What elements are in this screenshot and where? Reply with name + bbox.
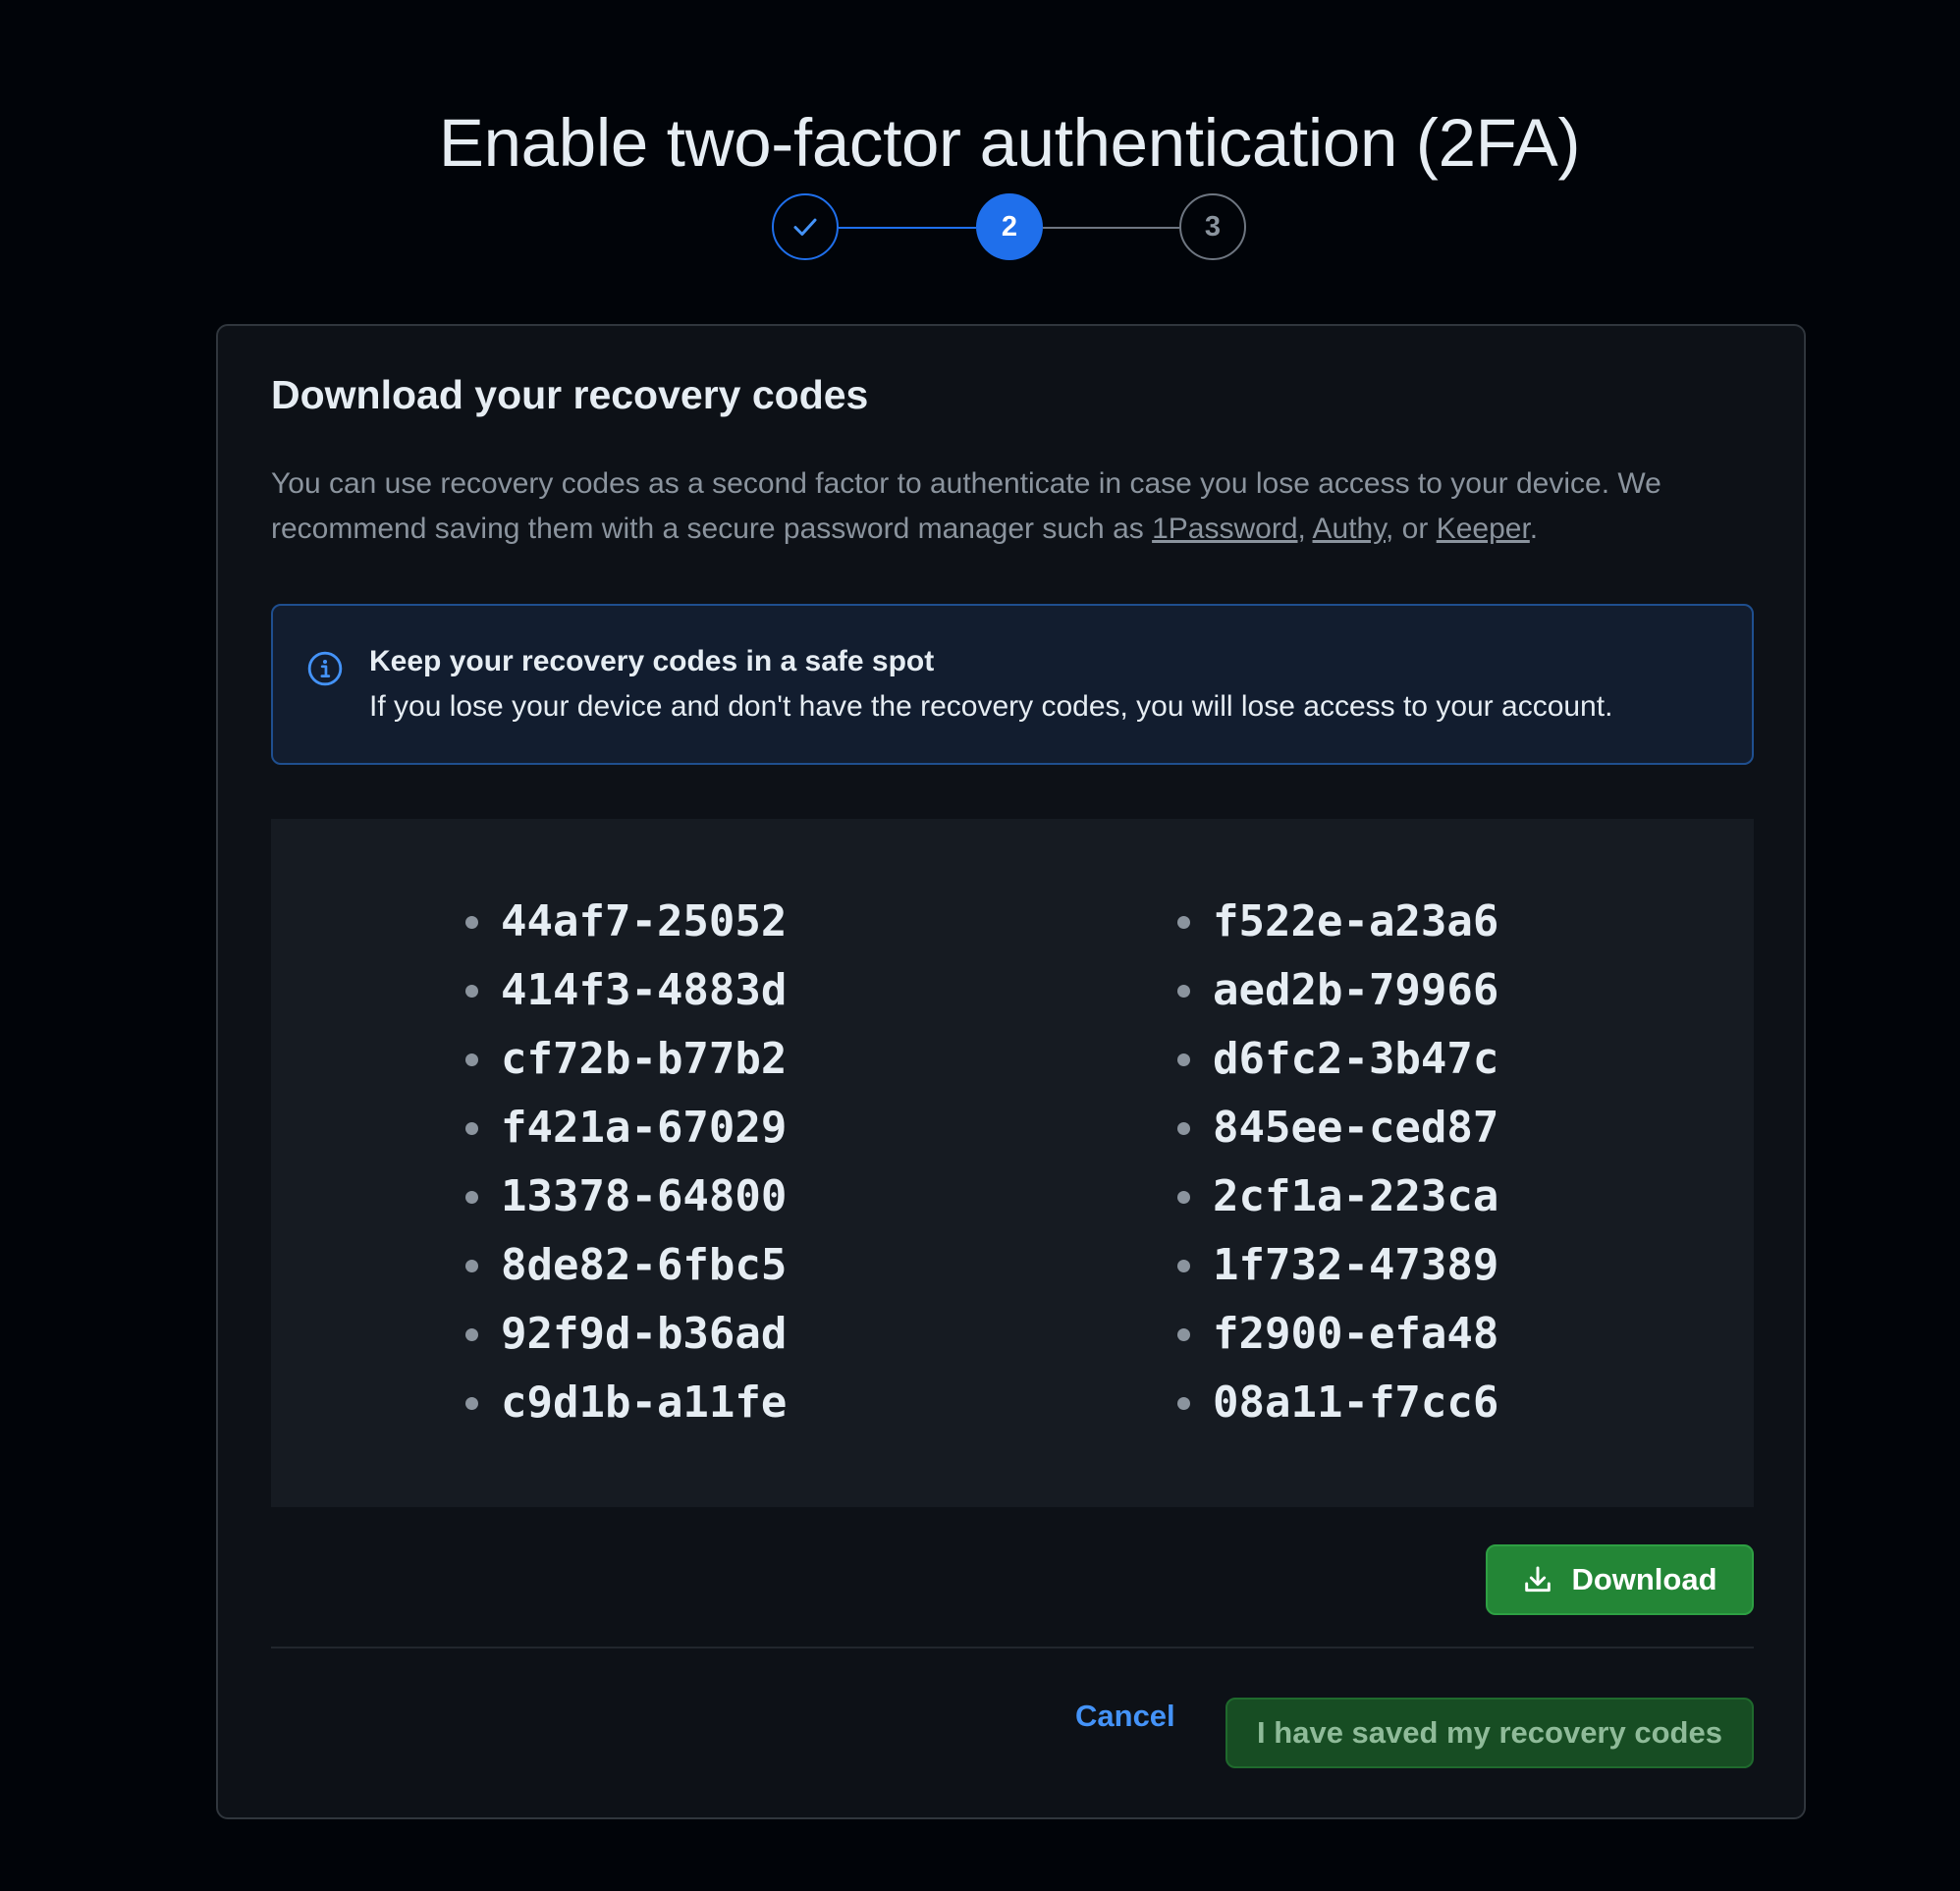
recovery-code: 1f732-47389 xyxy=(1177,1231,1498,1300)
recovery-code-text: 8de82-6fbc5 xyxy=(501,1240,788,1290)
info-icon xyxy=(307,651,343,686)
recovery-code: f421a-67029 xyxy=(465,1094,787,1162)
recovery-code: f2900-efa48 xyxy=(1177,1300,1498,1369)
recovery-code: f522e-a23a6 xyxy=(1177,888,1498,956)
link-1password[interactable]: 1Password xyxy=(1152,513,1297,545)
step-3-upcoming: 3 xyxy=(1179,193,1246,260)
bullet xyxy=(1177,1191,1190,1204)
step-2-current: 2 xyxy=(976,193,1043,260)
bullet xyxy=(465,1054,478,1066)
recovery-codes-card: Download your recovery codes You can use… xyxy=(216,324,1806,1819)
recovery-code: 13378-64800 xyxy=(465,1162,787,1231)
bullet xyxy=(465,1122,478,1135)
cancel-button[interactable]: Cancel xyxy=(1075,1699,1175,1734)
step-connector-upcoming xyxy=(1043,227,1179,229)
recovery-code: c9d1b-a11fe xyxy=(465,1369,787,1437)
bullet xyxy=(465,1328,478,1341)
recovery-code-text: 13378-64800 xyxy=(501,1171,788,1221)
check-icon xyxy=(793,218,817,236)
divider xyxy=(271,1647,1754,1648)
recovery-code-text: 2cf1a-223ca xyxy=(1213,1171,1499,1221)
bullet xyxy=(1177,985,1190,998)
separator: , xyxy=(1297,513,1313,545)
step-connector-completed xyxy=(839,227,976,229)
bullet xyxy=(1177,1397,1190,1410)
bullet xyxy=(1177,916,1190,929)
recovery-code-text: f522e-a23a6 xyxy=(1213,896,1499,946)
separator: , or xyxy=(1386,513,1437,545)
recovery-code-text: 44af7-25052 xyxy=(501,896,788,946)
alert-body: If you lose your device and don't have t… xyxy=(369,690,1613,723)
card-title: Download your recovery codes xyxy=(271,372,869,417)
recovery-code-text: cf72b-b77b2 xyxy=(501,1034,788,1084)
recovery-code: 2cf1a-223ca xyxy=(1177,1162,1498,1231)
recovery-code-text: 08a11-f7cc6 xyxy=(1213,1378,1499,1428)
recovery-code: 92f9d-b36ad xyxy=(465,1300,787,1369)
recovery-code-text: 414f3-4883d xyxy=(501,965,788,1015)
recovery-code: 8de82-6fbc5 xyxy=(465,1231,787,1300)
recovery-code: 414f3-4883d xyxy=(465,956,787,1025)
progress-stepper: 2 3 xyxy=(772,193,1249,264)
bullet xyxy=(465,1397,478,1410)
link-keeper[interactable]: Keeper xyxy=(1437,513,1530,545)
recovery-code-text: f2900-efa48 xyxy=(1213,1309,1499,1359)
card-description: You can use recovery codes as a second f… xyxy=(271,461,1749,552)
bullet xyxy=(465,985,478,998)
recovery-code: 845ee-ced87 xyxy=(1177,1094,1498,1162)
recovery-code: 44af7-25052 xyxy=(465,888,787,956)
recovery-code: aed2b-79966 xyxy=(1177,956,1498,1025)
recovery-code: d6fc2-3b47c xyxy=(1177,1025,1498,1094)
bullet xyxy=(465,1191,478,1204)
download-button[interactable]: Download xyxy=(1486,1544,1754,1615)
bullet xyxy=(465,1260,478,1272)
page-title: Enable two-factor authentication (2FA) xyxy=(438,105,1581,182)
download-label: Download xyxy=(1571,1562,1717,1596)
bullet xyxy=(1177,1260,1190,1272)
recovery-code-text: d6fc2-3b47c xyxy=(1213,1034,1499,1084)
codes-column-right: f522e-a23a6 aed2b-79966 d6fc2-3b47c 845e… xyxy=(1177,888,1498,1437)
alert-title: Keep your recovery codes in a safe spot xyxy=(369,645,935,677)
recovery-codes-list: 44af7-25052 414f3-4883d cf72b-b77b2 f421… xyxy=(271,819,1754,1507)
recovery-code-text: 845ee-ced87 xyxy=(1213,1103,1499,1153)
recovery-code-text: 1f732-47389 xyxy=(1213,1240,1499,1290)
saved-recovery-codes-button[interactable]: I have saved my recovery codes xyxy=(1225,1698,1754,1768)
recovery-code: cf72b-b77b2 xyxy=(465,1025,787,1094)
recovery-code-text: aed2b-79966 xyxy=(1213,965,1499,1015)
bullet xyxy=(1177,1054,1190,1066)
description-end: . xyxy=(1529,513,1539,545)
bullet xyxy=(1177,1122,1190,1135)
recovery-code-text: c9d1b-a11fe xyxy=(501,1378,788,1428)
safe-spot-alert: Keep your recovery codes in a safe spot … xyxy=(271,604,1754,765)
bullet xyxy=(1177,1328,1190,1341)
recovery-code-text: f421a-67029 xyxy=(501,1103,788,1153)
step-1-completed xyxy=(772,193,839,260)
download-icon xyxy=(1525,1566,1552,1593)
recovery-code-text: 92f9d-b36ad xyxy=(501,1309,788,1359)
recovery-code: 08a11-f7cc6 xyxy=(1177,1369,1498,1437)
bullet xyxy=(465,916,478,929)
page: Enable two-factor authentication (2FA) 2… xyxy=(0,0,1960,1891)
link-authy[interactable]: Authy xyxy=(1313,513,1387,545)
codes-column-left: 44af7-25052 414f3-4883d cf72b-b77b2 f421… xyxy=(465,888,787,1437)
